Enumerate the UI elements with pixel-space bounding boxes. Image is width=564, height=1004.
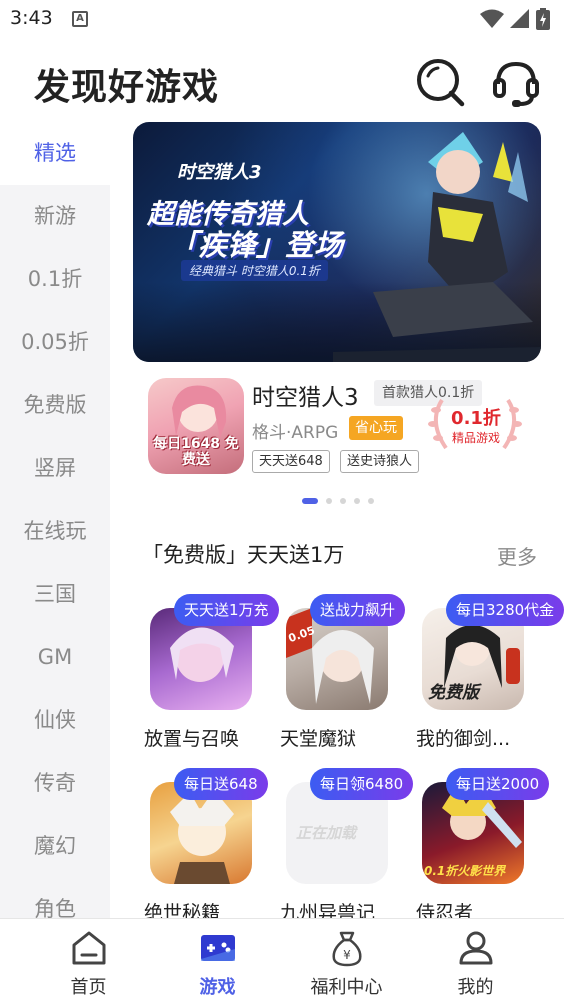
featured-chip-2: 送史诗狼人 — [340, 450, 420, 473]
featured-game-badge: 省心玩 — [349, 416, 403, 440]
banner-caption: 经典猎斗 时空猎人0.1折 — [181, 260, 328, 281]
sidebar-item-new-games[interactable]: 新游 — [0, 185, 110, 248]
home-icon — [72, 931, 106, 965]
nav-label: 我的 — [457, 977, 494, 998]
system-icons — [480, 8, 550, 30]
game-name: 我的御剑... — [416, 728, 511, 750]
game-promo-pill: 每日领6480 — [310, 768, 414, 800]
sidebar-item-legend[interactable]: 传奇 — [0, 752, 110, 815]
status-bar: 3:43 A — [0, 0, 564, 38]
sidebar-item-free-version[interactable]: 免费版 — [0, 374, 110, 437]
featured-chip-1: 天天送648 — [252, 450, 330, 473]
nav-profile[interactable]: 我的 — [405, 919, 546, 1004]
sidebar-item-online-play[interactable]: 在线玩 — [0, 500, 110, 563]
game-name: 放置与召唤 — [144, 728, 240, 750]
sidebar-item-three-kingdoms[interactable]: 三国 — [0, 563, 110, 626]
sidebar-item-fantasy[interactable]: 魔幻 — [0, 815, 110, 878]
battery-icon — [536, 8, 550, 30]
banner-subheadline: 「疾锋」登场 — [169, 228, 344, 262]
sidebar-item-xianxia[interactable]: 仙侠 — [0, 689, 110, 752]
search-button[interactable] — [414, 56, 466, 108]
gamepad-icon — [201, 935, 235, 961]
featured-game-name[interactable]: 时空猎人3 — [252, 378, 359, 412]
sidebar-item-rpg[interactable]: 角色 — [0, 878, 110, 918]
sidebar-item-01-discount[interactable]: 0.1折 — [0, 248, 110, 311]
featured-game-icon[interactable]: 每日1648 免费送 — [148, 378, 244, 474]
discount-note: 精品游戏 — [451, 431, 500, 445]
banner-game-logo: 时空猎人3 — [177, 162, 262, 183]
discount-label: 0.1折 — [451, 408, 501, 429]
game-name: 天堂魔狱 — [280, 728, 357, 750]
wifi-icon — [480, 9, 504, 28]
game-card[interactable]: 免费版 每日3280代金 我的御剑... — [416, 594, 564, 754]
game-promo-pill: 送战力飙升 — [310, 594, 406, 626]
carousel-dot[interactable] — [368, 498, 374, 504]
category-sidebar: 精选 新游 0.1折 0.05折 免费版 竖屏 在线玩 三国 GM 仙侠 传奇 … — [0, 122, 110, 918]
search-icon — [417, 59, 465, 107]
sidebar-item-portrait[interactable]: 竖屏 — [0, 437, 110, 500]
featured-game-genre: 格斗·ARPG — [252, 423, 339, 443]
banner-character-art — [333, 132, 541, 362]
loading-placeholder: 正在加载 — [296, 824, 357, 842]
headset-icon — [493, 61, 539, 107]
carousel-dot[interactable] — [340, 498, 346, 504]
game-icon-label: 免费版 — [428, 683, 479, 703]
page-title: 发现好游戏 — [34, 67, 220, 108]
game-card[interactable]: 0.05 送战力飙升 天堂魔狱 — [280, 594, 410, 754]
more-link[interactable]: 更多 — [497, 541, 537, 570]
bottom-navigation: 首页 游戏 ¥ 福利中心 我的 — [0, 918, 564, 1004]
customer-service-button[interactable] — [490, 56, 542, 108]
featured-icon-caption: 每日1648 免费送 — [153, 436, 239, 468]
user-icon — [459, 931, 493, 965]
svg-text:¥: ¥ — [343, 948, 351, 962]
money-bag-icon: ¥ — [332, 931, 362, 967]
carousel-dot[interactable] — [302, 498, 318, 504]
game-card[interactable]: 天天送1万充 放置与召唤 — [144, 594, 279, 754]
game-card[interactable]: 0.1折火影世界 每日送2000 侍忍者 — [416, 768, 550, 928]
header: 发现好游戏 — [0, 38, 564, 122]
game-promo-pill: 每日送2000 — [446, 768, 550, 800]
nav-label: 首页 — [70, 977, 107, 998]
nav-home[interactable]: 首页 — [18, 919, 159, 1004]
carousel-dot[interactable] — [326, 498, 332, 504]
sidebar-item-005-discount[interactable]: 0.05折 — [0, 311, 110, 374]
game-promo-pill: 每日送648 — [174, 768, 268, 800]
section-title: 「免费版」天天送1万 — [142, 543, 345, 567]
carousel-indicator — [302, 498, 374, 504]
signal-icon — [510, 9, 529, 28]
status-time: 3:43 — [10, 7, 53, 29]
nav-label: 游戏 — [199, 977, 236, 998]
game-icon-label: 0.1折火影世界 — [424, 864, 506, 878]
nav-label: 福利中心 — [310, 977, 383, 998]
game-promo-pill: 天天送1万充 — [174, 594, 279, 626]
sidebar-item-gm[interactable]: GM — [0, 626, 110, 689]
game-card[interactable]: 正在加载 每日领6480 九州异兽记 — [280, 768, 414, 928]
notification-icon: A — [72, 11, 88, 27]
nav-games[interactable]: 游戏 — [147, 919, 288, 1004]
sidebar-item-featured[interactable]: 精选 — [0, 122, 110, 185]
game-card[interactable]: 每日送648 绝世秘籍 — [144, 768, 274, 928]
promo-banner[interactable]: 时空猎人3 超能传奇猎人 「疾锋」登场 经典猎斗 时空猎人0.1折 — [133, 122, 541, 362]
nav-welfare-center[interactable]: ¥ 福利中心 — [276, 919, 417, 1004]
carousel-dot[interactable] — [354, 498, 360, 504]
game-promo-pill: 每日3280代金 — [446, 594, 564, 626]
